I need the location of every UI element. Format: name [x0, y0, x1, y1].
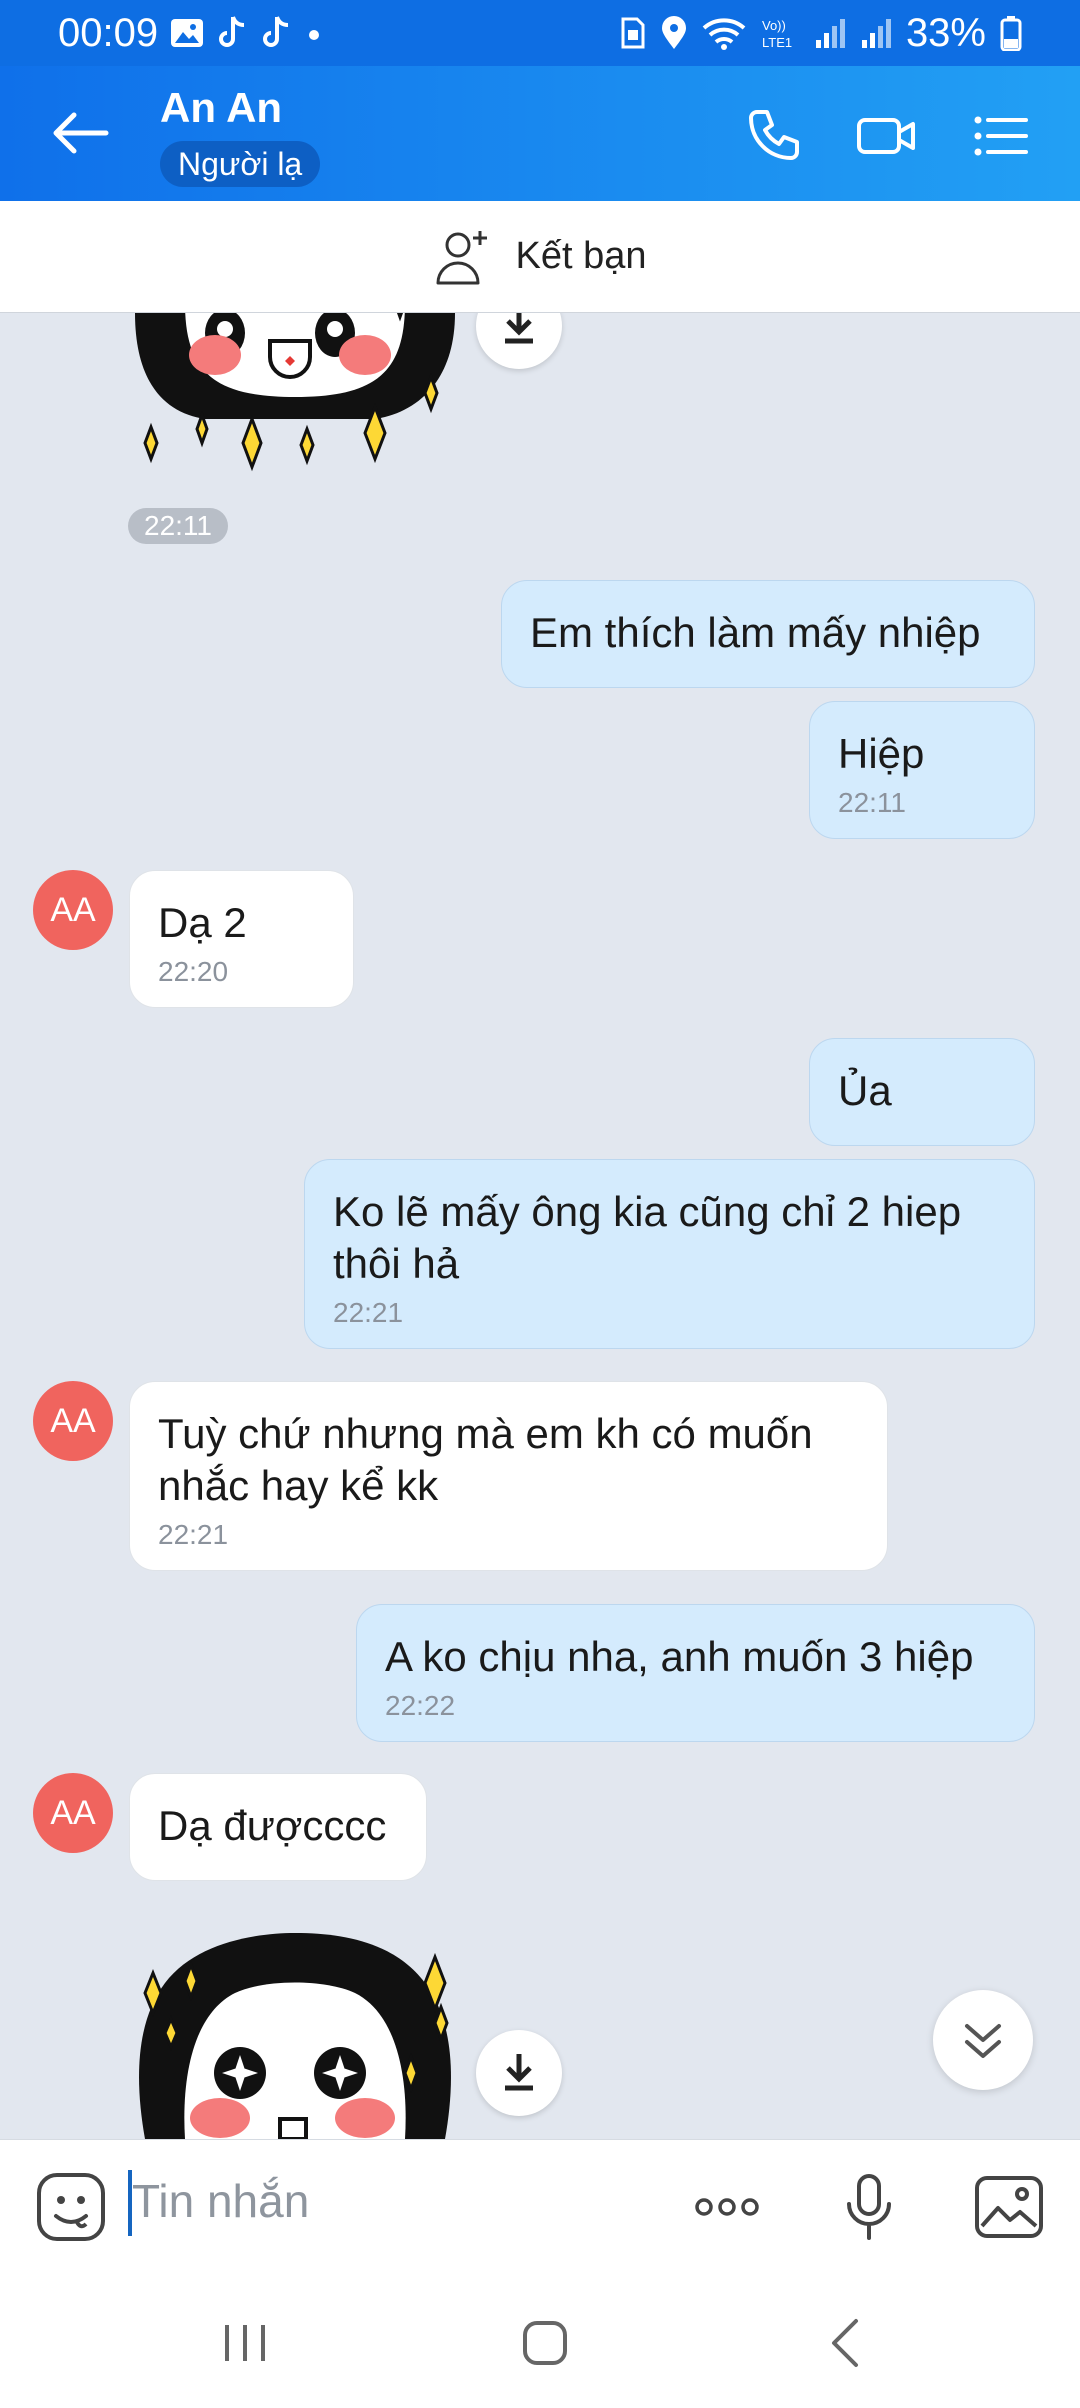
download-sticker-button[interactable]	[476, 2030, 562, 2116]
video-call-icon[interactable]	[856, 106, 916, 166]
sticker-image[interactable]	[125, 313, 465, 473]
avatar[interactable]: AA	[33, 1773, 113, 1853]
message-text: Ko lẽ mấy ông kia cũng chỉ 2 hiep thôi h…	[333, 1188, 962, 1287]
battery-percent: 33%	[905, 10, 986, 55]
volte-icon: Vo)) LTE1	[762, 18, 792, 50]
incoming-message[interactable]: Tuỳ chứ nhưng mà em kh có muốn nhắc hay …	[129, 1381, 888, 1571]
emoji-sticker-icon[interactable]	[34, 2170, 108, 2244]
message-time: 22:11	[838, 787, 906, 818]
message-input-bar: Tin nhắn	[0, 2139, 1080, 2273]
battery-icon	[1000, 16, 1022, 51]
incoming-message[interactable]: Dạ đượcccc	[129, 1773, 427, 1881]
contact-name[interactable]: An An	[160, 84, 282, 132]
message-list[interactable]: 22:11 Em thích làm mấy nhiệp Hiệp 22:11 …	[0, 313, 1080, 2139]
svg-text:LTE1: LTE1	[762, 35, 792, 50]
back-arrow-icon[interactable]	[50, 108, 110, 158]
outgoing-message[interactable]: Hiệp 22:11	[809, 701, 1035, 839]
home-icon[interactable]	[515, 2313, 575, 2373]
status-bar: 00:09 Vo)) LTE1 33%	[0, 0, 1080, 66]
message-text: Ủa	[838, 1067, 892, 1114]
avatar[interactable]: AA	[33, 1381, 113, 1461]
avatar[interactable]: AA	[33, 870, 113, 950]
message-text: Em thích làm mấy nhiệp	[530, 609, 981, 656]
message-time: 22:21	[333, 1297, 404, 1328]
incoming-message[interactable]: Dạ 2 22:20	[129, 870, 354, 1008]
more-options-icon[interactable]	[690, 2170, 764, 2244]
add-friend-bar[interactable]: Kết bạn	[0, 201, 1080, 313]
scroll-to-bottom-button[interactable]	[933, 1990, 1033, 2090]
microphone-icon[interactable]	[832, 2170, 906, 2244]
download-sticker-button[interactable]	[476, 313, 562, 369]
wifi-icon	[702, 18, 746, 50]
message-time: 22:21	[158, 1519, 229, 1550]
message-text: Hiệp	[838, 730, 925, 777]
message-text: Tuỳ chứ nhưng mà em kh có muốn nhắc hay …	[158, 1410, 813, 1509]
more-notifications-dot-icon	[309, 30, 320, 40]
back-nav-icon[interactable]	[818, 2313, 878, 2373]
download-icon	[505, 313, 533, 344]
message-time: 22:22	[385, 1690, 456, 1721]
sim-icon	[621, 17, 645, 49]
phone-call-icon[interactable]	[743, 106, 803, 166]
message-time: 22:20	[158, 956, 229, 987]
message-text: Dạ 2	[158, 899, 247, 946]
tiktok-notification-icon-2	[263, 16, 289, 47]
message-text: Dạ đượcccc	[158, 1802, 387, 1849]
chat-header: An An Người lạ	[0, 66, 1080, 201]
status-time: 00:09	[58, 10, 159, 55]
add-friend-icon	[436, 230, 487, 284]
sticker-timestamp: 22:11	[128, 508, 228, 544]
outgoing-message[interactable]: Em thích làm mấy nhiệp	[501, 580, 1035, 688]
sticker-image[interactable]	[125, 1923, 465, 2139]
message-text: A ko chịu nha, anh muốn 3 hiệp	[385, 1633, 974, 1680]
message-input[interactable]: Tin nhắn	[132, 2174, 309, 2228]
system-navigation-bar	[0, 2273, 1080, 2408]
tiktok-notification-icon	[219, 16, 245, 47]
double-chevron-down-icon	[965, 2024, 1001, 2058]
svg-text:Vo)): Vo))	[762, 18, 786, 33]
gallery-notification-icon	[171, 19, 204, 47]
outgoing-message[interactable]: Ko lẽ mấy ông kia cũng chỉ 2 hiep thôi h…	[304, 1159, 1035, 1349]
location-icon	[661, 16, 686, 49]
download-icon	[505, 2054, 533, 2091]
outgoing-message[interactable]: Ủa	[809, 1038, 1035, 1146]
signal-icon-2	[861, 19, 891, 48]
signal-icon	[815, 19, 845, 48]
outgoing-message[interactable]: A ko chịu nha, anh muốn 3 hiệp 22:22	[356, 1604, 1035, 1742]
menu-list-icon[interactable]	[970, 106, 1030, 166]
recent-apps-icon[interactable]	[215, 2313, 275, 2373]
image-gallery-icon[interactable]	[972, 2170, 1046, 2244]
add-friend-label: Kết bạn	[515, 235, 647, 277]
stranger-badge: Người lạ	[160, 141, 321, 187]
